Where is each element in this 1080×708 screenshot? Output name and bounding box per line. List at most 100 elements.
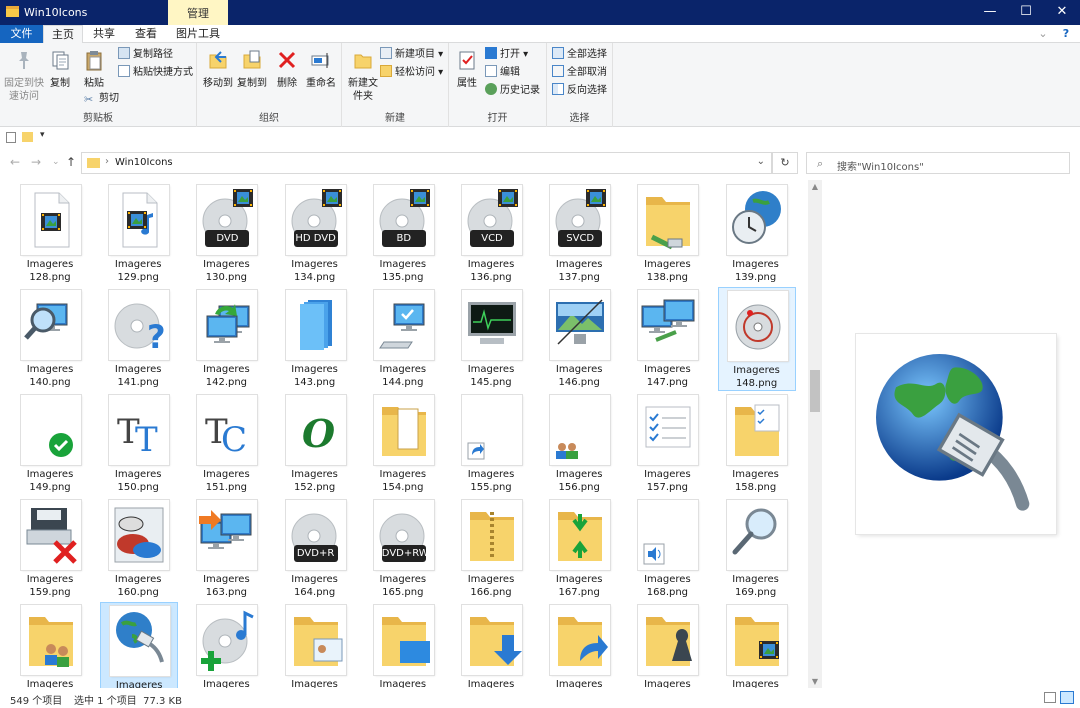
file-item[interactable]: Imageres 145.png [453, 287, 531, 391]
cut-button[interactable]: ✂ 剪切 [84, 91, 119, 107]
file-item[interactable]: Imageres 138.png [629, 182, 707, 286]
file-item[interactable]: Imageres 166.png [453, 497, 531, 601]
file-item[interactable]: Imageres [100, 602, 179, 688]
file-item[interactable]: Imageres 158.png [718, 392, 796, 496]
delete-button[interactable]: 删除 [273, 49, 301, 90]
search-input[interactable]: ⌕ 搜索"Win10Icons" [806, 152, 1070, 174]
maximize-button[interactable]: ☐ [1008, 0, 1044, 25]
recent-locations-icon[interactable]: ⌄ [52, 157, 60, 167]
file-item[interactable]: Imageres 129.png [100, 182, 178, 286]
customize-qat-icon[interactable]: ▾ [40, 130, 45, 140]
copy-path-button[interactable]: 复制路径 [118, 47, 173, 63]
file-item[interactable]: Imageres [188, 602, 266, 688]
file-item[interactable]: Imageres [365, 602, 443, 688]
file-item[interactable]: VCD Imageres 136.png [453, 182, 531, 286]
details-view-icon[interactable] [1044, 692, 1056, 703]
file-item[interactable]: Imageres 163.png [188, 497, 266, 601]
file-item[interactable]: Imageres 143.png [277, 287, 355, 391]
file-item[interactable]: T T Imageres 150.png [100, 392, 178, 496]
file-thumbnail [726, 500, 787, 570]
file-item[interactable]: Imageres [12, 602, 90, 688]
address-box[interactable]: › Win10Icons ⌄ [81, 152, 772, 174]
file-item[interactable]: Imageres 156.png [541, 392, 619, 496]
file-item[interactable]: Imageres 169.png [718, 497, 796, 601]
file-item[interactable]: Imageres 128.png [12, 182, 90, 286]
file-item[interactable]: Imageres 167.png [541, 497, 619, 601]
file-item[interactable]: Imageres 144.png [365, 287, 443, 391]
copy-to-button[interactable]: 复制到 [235, 49, 269, 90]
file-item[interactable]: T C Imageres 151.png [188, 392, 266, 496]
new-folder-button[interactable]: 新建文件夹 [346, 49, 380, 103]
file-item[interactable]: HD DVD Imageres 134.png [277, 182, 355, 286]
file-item[interactable]: O Imageres 152.png [277, 392, 355, 496]
file-item[interactable]: Imageres 154.png [365, 392, 443, 496]
file-item[interactable]: Imageres [277, 602, 355, 688]
copy-button[interactable]: 复制 [46, 49, 74, 90]
file-item[interactable]: DVD+R Imageres 164.png [277, 497, 355, 601]
file-item[interactable]: Imageres 147.png [629, 287, 707, 391]
breadcrumb[interactable]: Win10Icons [115, 157, 173, 168]
file-item[interactable]: Imageres 139.png [718, 182, 796, 286]
file-name: Imageres 163.png [203, 574, 250, 598]
file-item[interactable]: Imageres 140.png [12, 287, 90, 391]
scroll-thumb[interactable] [810, 370, 820, 412]
minimize-button[interactable]: — [972, 0, 1008, 25]
help-icon[interactable]: ? [1056, 25, 1076, 43]
edit-button[interactable]: 编辑 [485, 65, 520, 81]
video-file-icon [34, 192, 70, 248]
easy-access-button[interactable]: 轻松访问 ▾ [380, 65, 443, 81]
properties-qat-icon[interactable] [6, 132, 16, 143]
file-item[interactable]: SVCD Imageres 137.png [541, 182, 619, 286]
refresh-button[interactable]: ↻ [772, 152, 798, 174]
scroll-up-icon[interactable]: ▲ [808, 182, 822, 191]
tab-picture-tools[interactable]: 图片工具 [167, 25, 229, 43]
new-item-button[interactable]: 新建项目 ▾ [380, 47, 443, 63]
select-none-button[interactable]: 全部取消 [552, 65, 607, 81]
pin-quick-access-button[interactable]: 固定到快速访问 [4, 49, 44, 103]
file-thumbnail [638, 500, 699, 570]
file-item[interactable]: Imageres 159.png [12, 497, 90, 601]
tab-view[interactable]: 查看 [125, 25, 167, 43]
rename-icon [311, 53, 329, 68]
file-item[interactable]: Imageres 160.png [100, 497, 178, 601]
open-button[interactable]: 打开 ▾ [485, 47, 528, 63]
back-icon[interactable]: ← [10, 155, 20, 169]
file-item[interactable]: Imageres 155.png [453, 392, 531, 496]
file-item[interactable]: BD Imageres 135.png [365, 182, 443, 286]
invert-selection-button[interactable]: 反向选择 [552, 83, 607, 99]
file-item[interactable]: Imageres 146.png [541, 287, 619, 391]
file-item[interactable]: Imageres 149.png [12, 392, 90, 496]
file-item[interactable]: Imageres 142.png [188, 287, 266, 391]
file-item[interactable]: Imageres [453, 602, 531, 688]
large-icons-view-icon[interactable] [1060, 691, 1074, 704]
move-to-button[interactable]: 移动到 [201, 49, 235, 90]
properties-button[interactable]: 属性 [453, 49, 481, 90]
select-all-button[interactable]: 全部选择 [552, 47, 607, 63]
file-item[interactable]: Imageres [718, 602, 796, 688]
file-item[interactable]: DVD+RW Imageres 165.png [365, 497, 443, 601]
file-item[interactable]: Imageres 148.png [717, 287, 796, 391]
tab-home[interactable]: 主页 [43, 25, 83, 44]
file-item[interactable]: Imageres 168.png [629, 497, 707, 601]
vertical-scrollbar[interactable]: ▲ ▼ [808, 180, 822, 688]
paste-button[interactable]: 粘贴 [80, 49, 108, 90]
up-icon[interactable]: ↑ [66, 155, 76, 169]
tab-file[interactable]: 文件 [0, 25, 43, 43]
file-item[interactable]: DVD Imageres 130.png [188, 182, 266, 286]
scroll-down-icon[interactable]: ▼ [808, 677, 822, 686]
forward-icon[interactable]: → [31, 155, 41, 169]
file-item[interactable]: ? Imageres 141.png [100, 287, 178, 391]
file-item[interactable]: Imageres [541, 602, 619, 688]
collapse-ribbon-icon[interactable]: ⌄ [1034, 25, 1052, 43]
paste-shortcut-button[interactable]: 粘贴快捷方式 [118, 65, 193, 81]
manage-context-tab[interactable]: 管理 [168, 0, 228, 25]
file-item[interactable]: Imageres [629, 602, 707, 688]
history-button[interactable]: 历史记录 [485, 83, 540, 99]
new-folder-qat-icon[interactable] [22, 132, 33, 142]
file-item[interactable]: Imageres 157.png [629, 392, 707, 496]
tab-share[interactable]: 共享 [83, 25, 125, 43]
preview-image [856, 334, 1056, 534]
address-dropdown-icon[interactable]: ⌄ [757, 156, 765, 167]
rename-button[interactable]: 重命名 [303, 49, 339, 90]
close-button[interactable]: ✕ [1044, 0, 1080, 25]
